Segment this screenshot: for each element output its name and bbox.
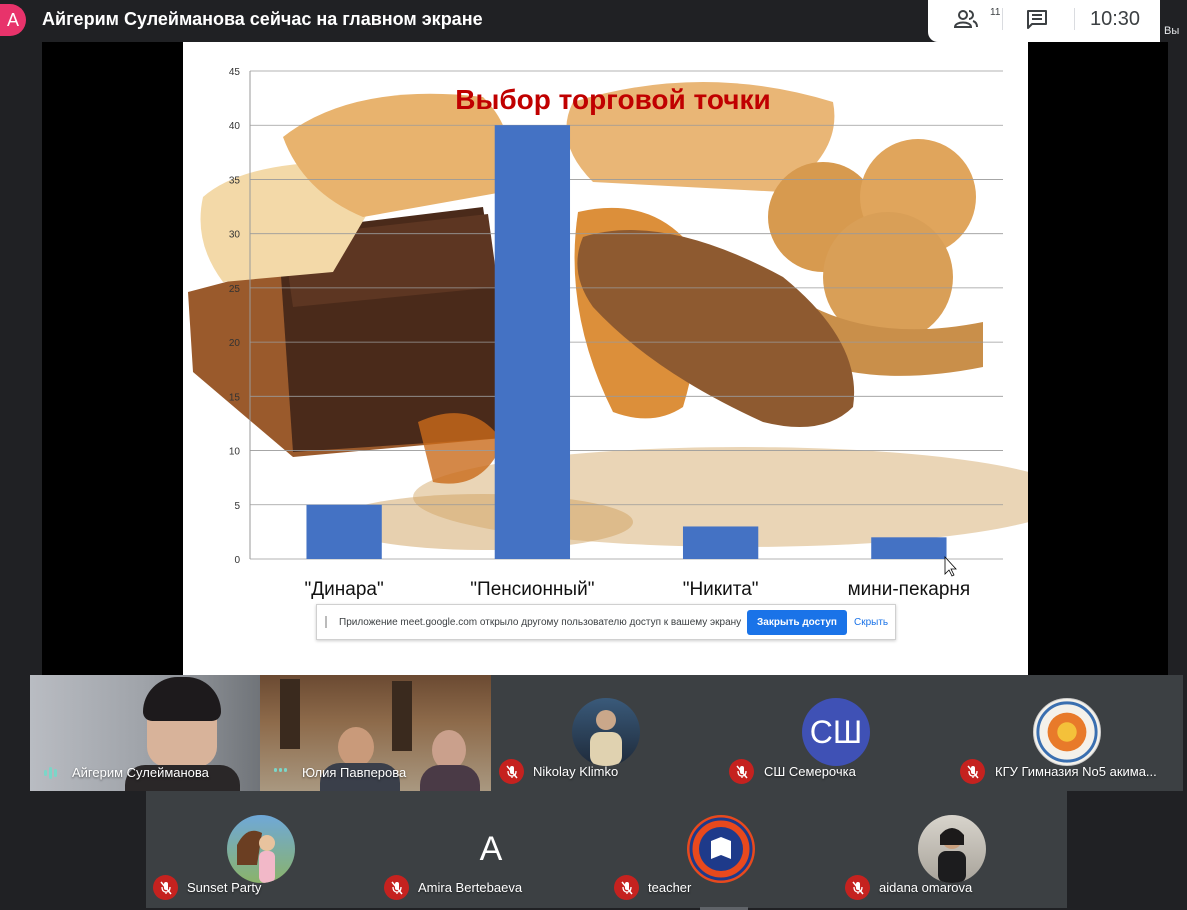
share-notification-text: Приложение meet.google.com открыло друго… [339,617,742,628]
chat-button[interactable] [1020,0,1054,38]
x-axis-category-labels: "Динара" "Пенсионный" "Никита" мини-пекарня [305,579,971,600]
mouse-cursor-icon [944,555,957,577]
participant-name: СШ Семерочка [764,764,856,779]
participant-tile[interactable]: Nikolay Klimko [491,675,721,791]
participant-avatar: A [479,829,503,868]
mic-off-icon [729,759,754,784]
participant-tile[interactable]: Sunset Party [146,791,376,908]
mic-off-icon [153,875,178,900]
bread-illustration [188,82,1028,550]
y-tick-label: 20 [229,338,241,349]
self-view-label: Вы [1164,25,1180,37]
school-logo-icon [1033,698,1101,766]
bar [306,504,382,559]
speaking-indicator-icon [274,768,287,772]
participant-tile[interactable]: A Amira Bertebaeva [376,791,606,908]
video-shelf [392,681,412,751]
participant-video-face [432,730,466,770]
y-tick-label: 15 [229,392,241,403]
y-tick-label: 10 [229,447,241,458]
participant-name: Amira Bertebaeva [418,880,523,895]
y-tick-label: 0 [234,555,240,566]
mic-off-icon [960,759,985,784]
bar-chart: 051015202530354045 "Динара" "Пенсионный" "… [188,67,1028,600]
participant-name: Nikolay Klimko [533,764,619,779]
participant-tile[interactable]: СШ СШ Семерочка [721,675,952,791]
chat-icon [1026,9,1048,29]
x-category-label: "Динара" [305,579,384,600]
mic-off-icon [845,875,870,900]
screen-share-notification: Приложение meet.google.com открыло друго… [316,604,896,640]
y-tick-label: 40 [229,121,241,132]
participant-video-face [338,727,374,767]
participant-avatar: СШ [802,698,870,766]
participant-tile[interactable]: Айгерим Сулейманова [30,675,260,791]
participants-count: 11 [990,7,1001,18]
drag-handle-icon[interactable] [325,616,327,628]
speaking-indicator-icon [44,767,57,779]
participant-avatar [572,698,640,766]
participant-tile[interactable]: teacher [606,791,837,908]
people-icon [953,9,979,29]
shared-screen-slide: 0 5 10 15 20 25 30 35 40 45 "Динара" "Пенсионный" "… [183,42,1028,675]
participant-tile[interactable]: КГУ Гимназия No5 акима... [952,675,1183,791]
bar [494,125,571,559]
y-tick-label: 5 [234,501,240,512]
participants-button[interactable]: 11 [946,0,1000,38]
participant-name: Айгерим Сулейманова [72,765,209,780]
y-tick-label: 25 [229,284,241,295]
bar [682,526,759,559]
mic-off-icon [499,759,524,784]
participant-video-clothes [420,765,480,791]
participant-avatar [918,815,986,883]
top-controls-panel: 11 10:30 [928,0,1160,42]
mic-off-icon [614,875,639,900]
presenter-banner-title: Айгерим Сулейманова сейчас на главном эк… [42,9,483,29]
top-bar: A Айгерим Сулейманова сейчас на главном … [0,0,1187,42]
video-shelf [280,679,300,749]
participant-avatar [227,815,295,883]
mic-off-icon [384,875,409,900]
clock: 10:30 [1090,8,1141,30]
bar [871,537,947,559]
x-category-label: мини-пекарня [848,579,971,600]
x-category-label: "Никита" [683,579,759,600]
participant-name: КГУ Гимназия No5 акима... [995,764,1157,779]
presenter-avatar: A [0,4,26,36]
y-tick-label: 45 [229,67,241,78]
participant-name: Sunset Party [187,880,262,895]
meet-window: A Айгерим Сулейманова сейчас на главном … [0,0,1187,910]
divider [1074,8,1075,30]
y-tick-label: 30 [229,230,241,241]
divider [1002,8,1003,30]
y-tick-label: 35 [229,175,241,186]
hide-notification-button[interactable]: Скрыть [854,617,888,628]
stop-sharing-button[interactable]: Закрыть доступ [747,610,847,635]
school-logo-icon [687,815,755,883]
chart-title: Выбор торговой точки [455,84,771,115]
x-category-label: "Пенсионный" [470,579,594,600]
participant-name: teacher [648,880,692,895]
participant-name: Юлия Павперова [302,765,407,780]
participant-name: aidana omarova [879,880,973,895]
participant-tile[interactable]: Юлия Павперова [260,675,491,791]
participant-tile[interactable]: aidana omarova [837,791,1067,908]
